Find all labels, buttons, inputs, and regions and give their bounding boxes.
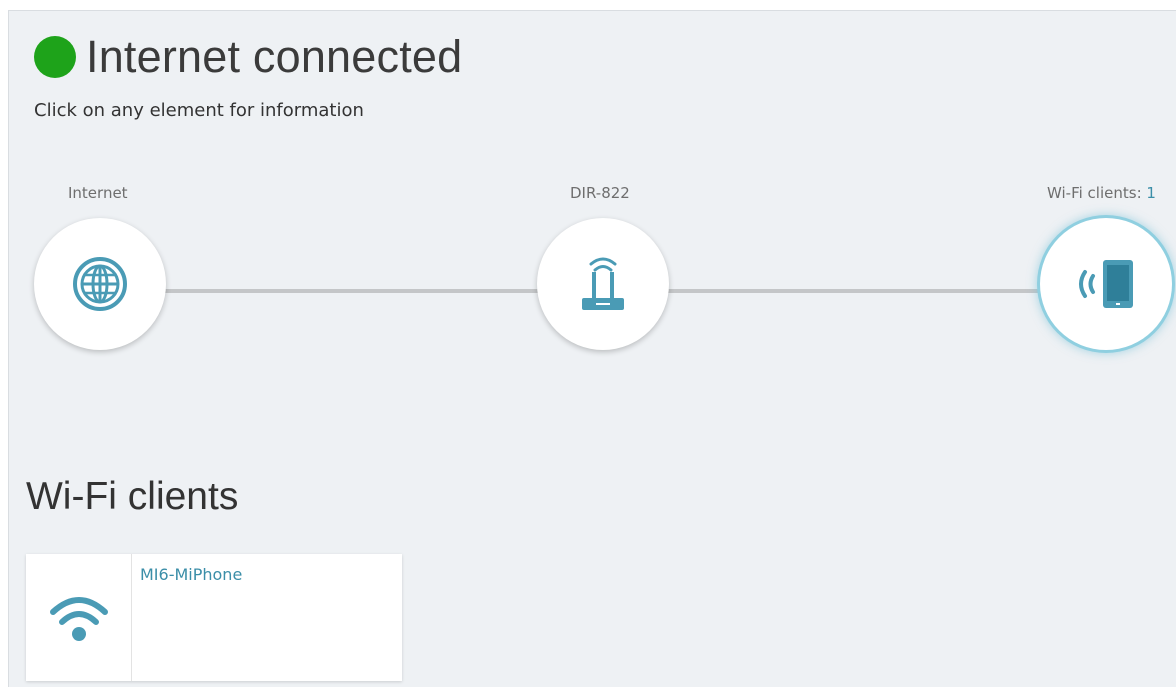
status-title: Internet connected (86, 31, 463, 82)
connection-status: Internet connected (34, 33, 462, 81)
wifi-signal-icon (49, 596, 108, 641)
wifi-clients-count: 1 (1146, 184, 1156, 202)
main-panel: Internet connected Click on any element … (8, 10, 1176, 687)
client-icon-cell (26, 554, 132, 681)
globe-icon (73, 257, 127, 311)
client-name[interactable]: MI6-MiPhone (132, 554, 242, 681)
wifi-clients-title: Wi-Fi clients (26, 475, 239, 518)
wifi-clients-label: Wi-Fi clients: 1 (1047, 184, 1156, 202)
internet-label: Internet (68, 184, 128, 202)
hint-text: Click on any element for information (34, 100, 364, 121)
router-icon (582, 257, 624, 310)
device-label: DIR-822 (570, 184, 630, 202)
wifi-clients-node[interactable] (1040, 218, 1172, 350)
wifi-clients-label-text: Wi-Fi clients: (1047, 184, 1147, 202)
status-indicator-icon (34, 36, 76, 78)
wifi-tablet-icon (1079, 260, 1133, 308)
router-node[interactable] (537, 218, 669, 350)
wifi-client-card[interactable]: MI6-MiPhone (26, 554, 402, 681)
connector-device-clients (667, 289, 1047, 293)
connector-internet-device (164, 289, 544, 293)
internet-node[interactable] (34, 218, 166, 350)
